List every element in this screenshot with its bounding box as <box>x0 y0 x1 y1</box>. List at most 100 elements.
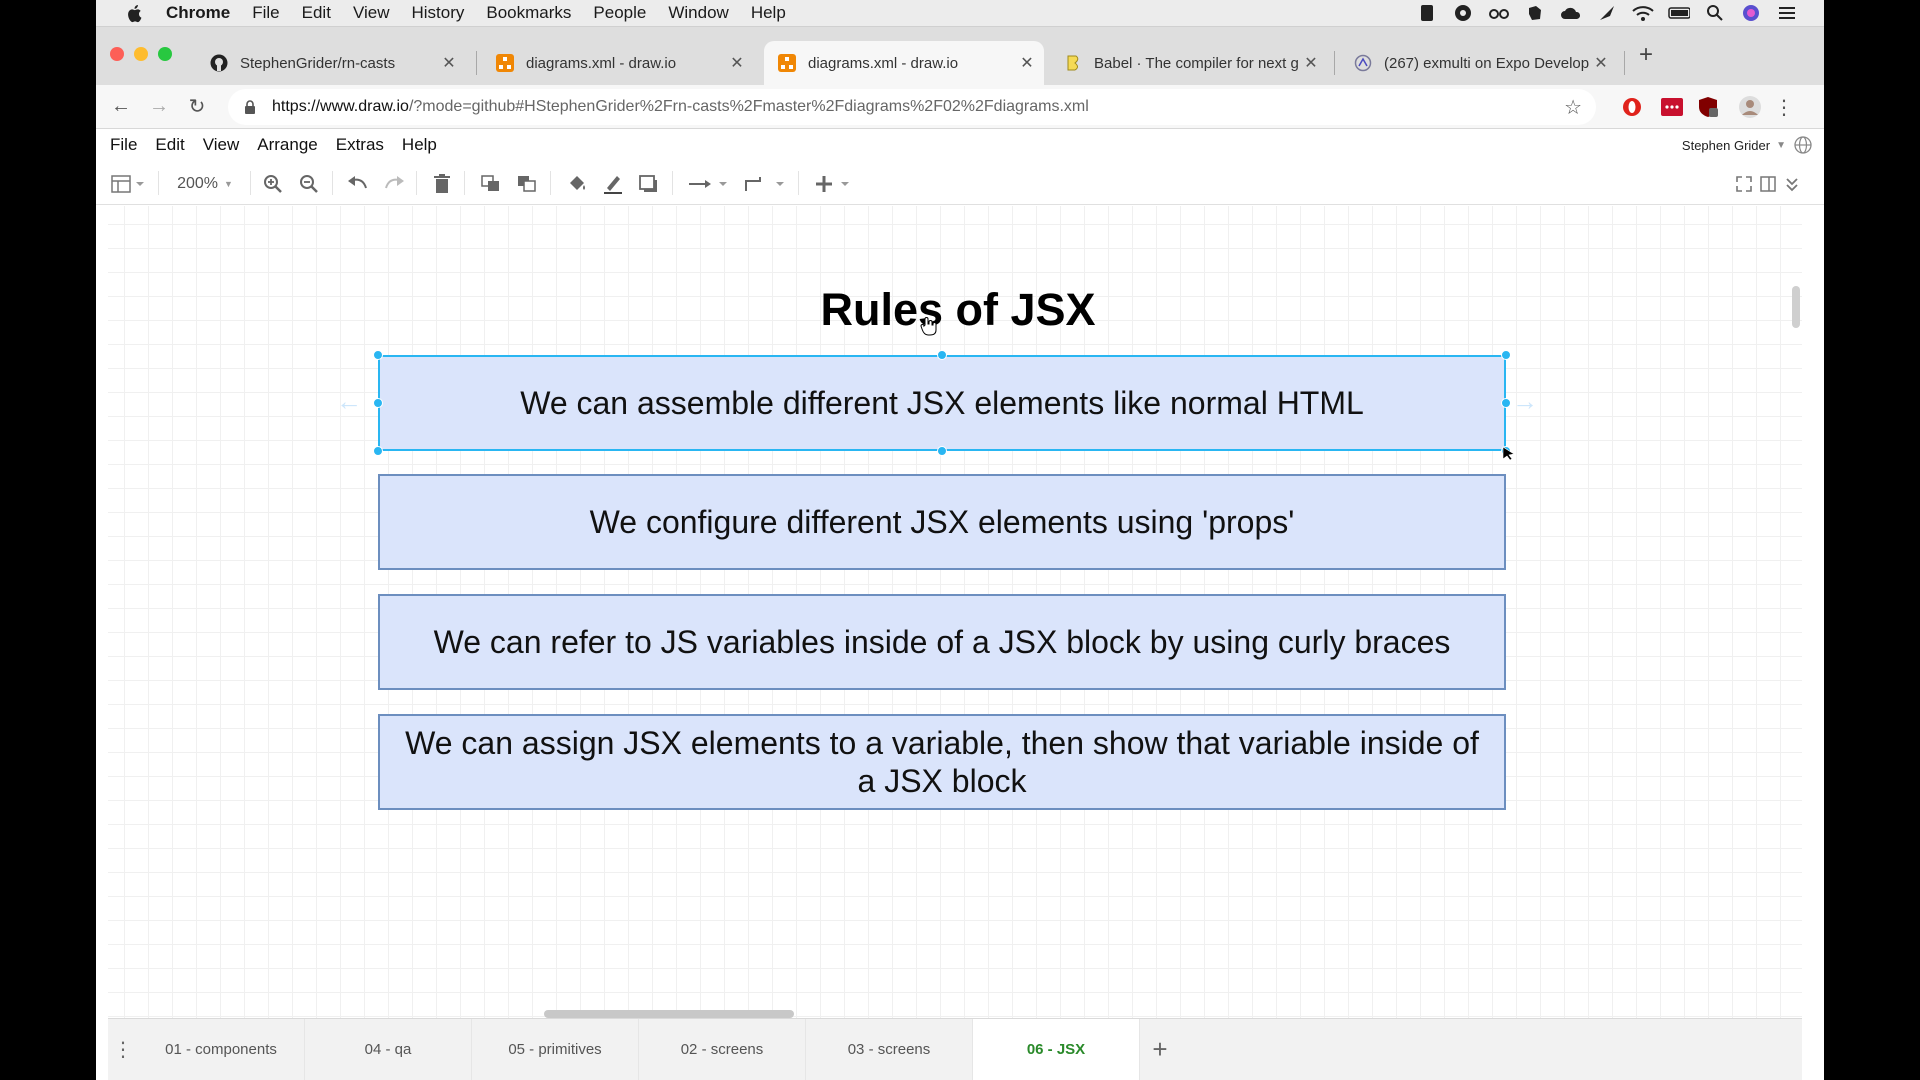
resize-handle-ne[interactable] <box>1501 350 1511 360</box>
page-tab-04-qa[interactable]: 04 - qa <box>305 1018 472 1080</box>
spotlight-search-icon[interactable] <box>1704 4 1726 22</box>
user-dropdown-icon[interactable]: ▼ <box>1776 140 1786 151</box>
zoom-in-icon[interactable] <box>262 173 284 195</box>
resize-handle-e[interactable] <box>1501 398 1511 408</box>
resize-handle-sw[interactable] <box>373 446 383 456</box>
os-menu-file[interactable]: File <box>252 3 279 23</box>
rule-box-4[interactable]: We can assign JSX elements to a variable… <box>378 714 1506 810</box>
os-menu-edit[interactable]: Edit <box>302 3 331 23</box>
rule-box-3[interactable]: We can refer to JS variables inside of a… <box>378 594 1506 690</box>
quill-icon[interactable] <box>1596 4 1618 22</box>
resize-handle-s[interactable] <box>937 446 947 456</box>
rule-box-2[interactable]: We configure different JSX elements usin… <box>378 474 1506 570</box>
browser-tab-github[interactable]: StephenGrider/rn-casts ✕ <box>196 41 466 85</box>
drawio-menu-help[interactable]: Help <box>402 135 437 155</box>
browser-tab-expo[interactable]: (267) exmulti on Expo Develop ✕ <box>1340 41 1618 85</box>
pages-menu-icon[interactable]: ⋮ <box>108 1037 138 1062</box>
insert-dropdown[interactable] <box>814 173 854 195</box>
rule-text-3: We can refer to JS variables inside of a… <box>433 624 1451 660</box>
drawio-menu-file[interactable]: File <box>110 135 137 155</box>
os-app-name[interactable]: Chrome <box>166 3 230 23</box>
add-page-button[interactable]: + <box>1140 1034 1180 1065</box>
ublock-extension-icon[interactable] <box>1696 95 1720 119</box>
page-tab-02-screens[interactable]: 02 - screens <box>639 1018 806 1080</box>
close-icon[interactable]: ✕ <box>1302 53 1320 73</box>
lastpass-extension-icon[interactable] <box>1660 95 1684 119</box>
os-menu-bar: Chrome File Edit View History Bookmarks … <box>96 0 1824 27</box>
shadow-icon[interactable] <box>638 173 660 195</box>
zoom-out-icon[interactable] <box>298 173 320 195</box>
diagram-title[interactable]: Rules of JSX <box>708 284 1208 336</box>
reload-icon[interactable]: ↻ <box>184 93 210 119</box>
siri-icon[interactable] <box>1740 4 1762 22</box>
opera-extension-icon[interactable] <box>1620 95 1644 119</box>
collapse-toolbar-icon[interactable] <box>1782 173 1802 195</box>
drawio-menu-edit[interactable]: Edit <box>155 135 184 155</box>
redo-icon[interactable] <box>382 173 406 195</box>
browser-tab-babel[interactable]: Babel · The compiler for next g ✕ <box>1050 41 1328 85</box>
forward-icon[interactable]: → <box>146 93 172 119</box>
cloud-icon[interactable] <box>1560 4 1582 22</box>
address-bar[interactable]: https://www.draw.io /?mode=github#HSteph… <box>228 89 1596 125</box>
close-icon[interactable]: ✕ <box>440 53 458 73</box>
user-name[interactable]: Stephen Grider <box>1682 138 1770 153</box>
os-menu-history[interactable]: History <box>411 3 464 23</box>
apple-icon[interactable] <box>126 3 146 23</box>
vertical-scrollbar[interactable] <box>1792 286 1800 328</box>
window-close-button[interactable] <box>110 47 124 61</box>
rule-box-1[interactable]: We can assemble different JSX elements l… <box>378 355 1506 451</box>
back-icon[interactable]: ← <box>108 93 134 119</box>
drawio-menu-extras[interactable]: Extras <box>336 135 384 155</box>
wifi-icon[interactable] <box>1632 4 1654 22</box>
resize-handle-n[interactable] <box>937 350 947 360</box>
evernote-icon[interactable] <box>1524 4 1546 22</box>
to-back-icon[interactable] <box>516 173 538 195</box>
close-icon[interactable]: ✕ <box>1018 53 1036 73</box>
glasses-icon[interactable] <box>1488 4 1510 22</box>
fullscreen-icon[interactable] <box>1734 173 1754 195</box>
drawio-menu-view[interactable]: View <box>203 135 240 155</box>
window-minimize-button[interactable] <box>134 47 148 61</box>
connection-style-dropdown[interactable] <box>688 173 728 195</box>
to-front-icon[interactable] <box>480 173 502 195</box>
tab-title: Babel · The compiler for next g <box>1094 54 1299 72</box>
format-panel-icon[interactable] <box>1758 173 1778 195</box>
resize-handle-nw[interactable] <box>373 350 383 360</box>
battery-icon[interactable] <box>1668 4 1690 22</box>
browser-tab-drawio-active[interactable]: diagrams.xml - draw.io ✕ <box>764 41 1044 85</box>
new-tab-button[interactable]: + <box>1639 41 1653 69</box>
page-tab-05-primitives[interactable]: 05 - primitives <box>472 1018 639 1080</box>
delete-icon[interactable] <box>432 173 452 195</box>
line-color-icon[interactable] <box>602 173 624 195</box>
notification-center-icon[interactable] <box>1776 4 1798 22</box>
arrow-left-icon[interactable]: ← <box>336 386 362 417</box>
undo-icon[interactable] <box>346 173 370 195</box>
drawio-menu-arrange[interactable]: Arrange <box>257 135 317 155</box>
browser-tab-drawio-1[interactable]: diagrams.xml - draw.io ✕ <box>482 41 754 85</box>
page-tab-01-components[interactable]: 01 - components <box>138 1018 305 1080</box>
notes-icon[interactable] <box>1416 4 1438 22</box>
os-menu-view[interactable]: View <box>353 3 390 23</box>
record-icon[interactable] <box>1452 4 1474 22</box>
arrow-right-icon[interactable]: → <box>1512 386 1538 417</box>
fill-color-icon[interactable] <box>566 173 588 195</box>
os-menu-help[interactable]: Help <box>751 3 786 23</box>
format-panel-toggle-icon[interactable] <box>108 173 148 195</box>
profile-avatar-icon[interactable] <box>1738 95 1762 119</box>
page-tab-06-jsx[interactable]: 06 - JSX <box>973 1018 1140 1080</box>
os-menu-window[interactable]: Window <box>668 3 728 23</box>
os-menu-people[interactable]: People <box>593 3 646 23</box>
os-menu-bookmarks[interactable]: Bookmarks <box>486 3 571 23</box>
close-icon[interactable]: ✕ <box>728 53 746 73</box>
window-zoom-button[interactable] <box>158 47 172 61</box>
close-icon[interactable]: ✕ <box>1592 53 1610 73</box>
resize-handle-w[interactable] <box>373 398 383 408</box>
browser-menu-icon[interactable]: ⋮ <box>1772 95 1796 119</box>
waypoints-dropdown[interactable] <box>742 173 786 195</box>
bookmark-star-icon[interactable]: ☆ <box>1564 95 1582 120</box>
horizontal-scrollbar[interactable] <box>544 1010 794 1018</box>
page-tab-03-screens[interactable]: 03 - screens <box>806 1018 973 1080</box>
diagram-canvas[interactable]: Rules of JSX ← → We can assemble differe… <box>108 206 1802 1018</box>
zoom-dropdown[interactable]: 200% ▼ <box>168 173 242 195</box>
language-globe-icon[interactable] <box>1794 135 1814 155</box>
